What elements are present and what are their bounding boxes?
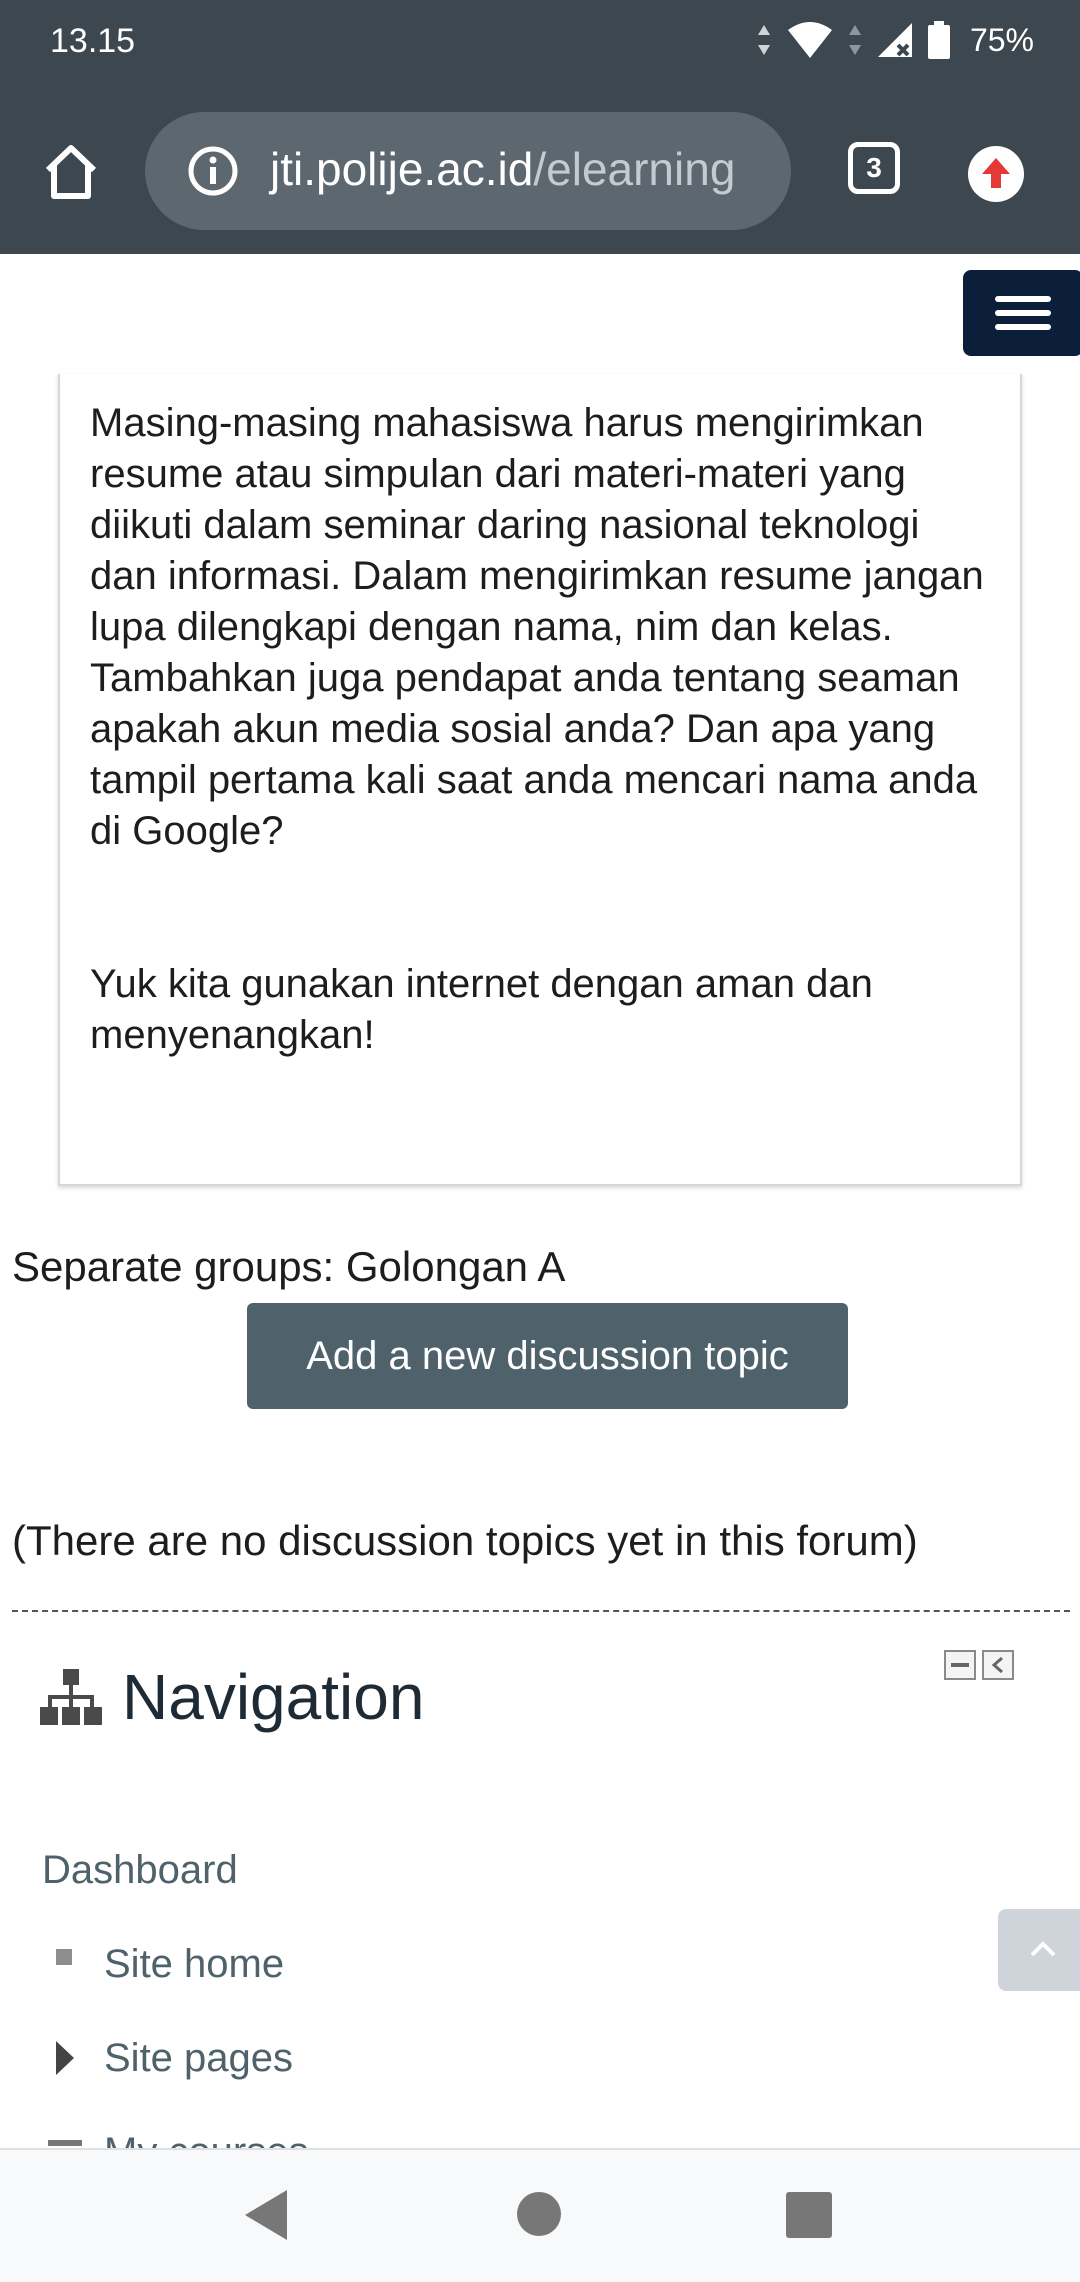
description-paragraph: Masing-masing mahasiswa harus mengirimka… [90,401,984,853]
url-path: /elearning [533,143,736,195]
dock-arrow-icon [991,1656,1003,1674]
url-host: jti.polije.ac.id [270,143,534,195]
status-icons: 75% [756,20,1034,60]
nav-item-dashboard[interactable]: Dashboard [42,1848,238,1893]
tabs-icon[interactable]: 3 [848,142,900,194]
navigation-block-header: Navigation [40,1660,424,1734]
home-nav-icon[interactable] [517,2192,561,2236]
menu-bar [995,296,1051,302]
menu-icon[interactable] [963,270,1080,356]
navigation-title: Navigation [122,1661,425,1733]
wifi-icon [787,22,832,58]
chevron-up-icon [1030,1941,1056,1957]
browser-toolbar: jti.polije.ac.id/elearning 3 [0,90,1080,254]
scroll-to-top-button[interactable] [998,1909,1080,1991]
no-topics-message: (There are no discussion topics yet in t… [12,1517,918,1564]
data-arrows-icon [848,25,861,55]
update-arrow-icon [982,158,1010,188]
bullet-icon [56,1949,72,1965]
system-nav-bar [0,2148,1080,2282]
collapse-arrow-icon[interactable] [48,2140,82,2146]
sitemap-icon [40,1669,102,1725]
add-discussion-button[interactable]: Add a new discussion topic [247,1303,848,1409]
block-controls [944,1650,1014,1680]
data-arrows-icon [757,25,770,55]
back-icon[interactable] [245,2190,287,2240]
menu-bar [995,310,1051,316]
info-icon[interactable] [187,145,239,197]
nav-item-site-pages[interactable]: Site pages [104,2036,293,2081]
status-time: 13.15 [50,22,136,60]
divider [12,1610,1070,1612]
recents-icon[interactable] [786,2192,832,2238]
cell-signal-icon [877,23,912,57]
url-text: jti.polije.ac.id/elearning [270,142,735,196]
menu-bar [995,324,1051,330]
collapse-icon[interactable] [944,1650,976,1680]
description-paragraph: Yuk kita gunakan internet dengan aman da… [90,962,873,1057]
battery-icon [927,21,950,59]
dock-icon[interactable] [982,1650,1014,1680]
update-icon[interactable] [968,146,1024,202]
battery-percent: 75% [969,21,1034,58]
nav-item-site-home[interactable]: Site home [104,1942,284,1987]
groups-selector[interactable]: Separate groups: Golongan A [12,1243,565,1291]
forum-description: Masing-masing mahasiswa harus mengirimka… [90,398,990,1061]
home-icon[interactable] [40,140,102,202]
expand-arrow-icon[interactable] [56,2041,74,2075]
address-bar[interactable]: jti.polije.ac.id/elearning [145,112,791,230]
status-bar: 13.15 75% [0,0,1080,90]
